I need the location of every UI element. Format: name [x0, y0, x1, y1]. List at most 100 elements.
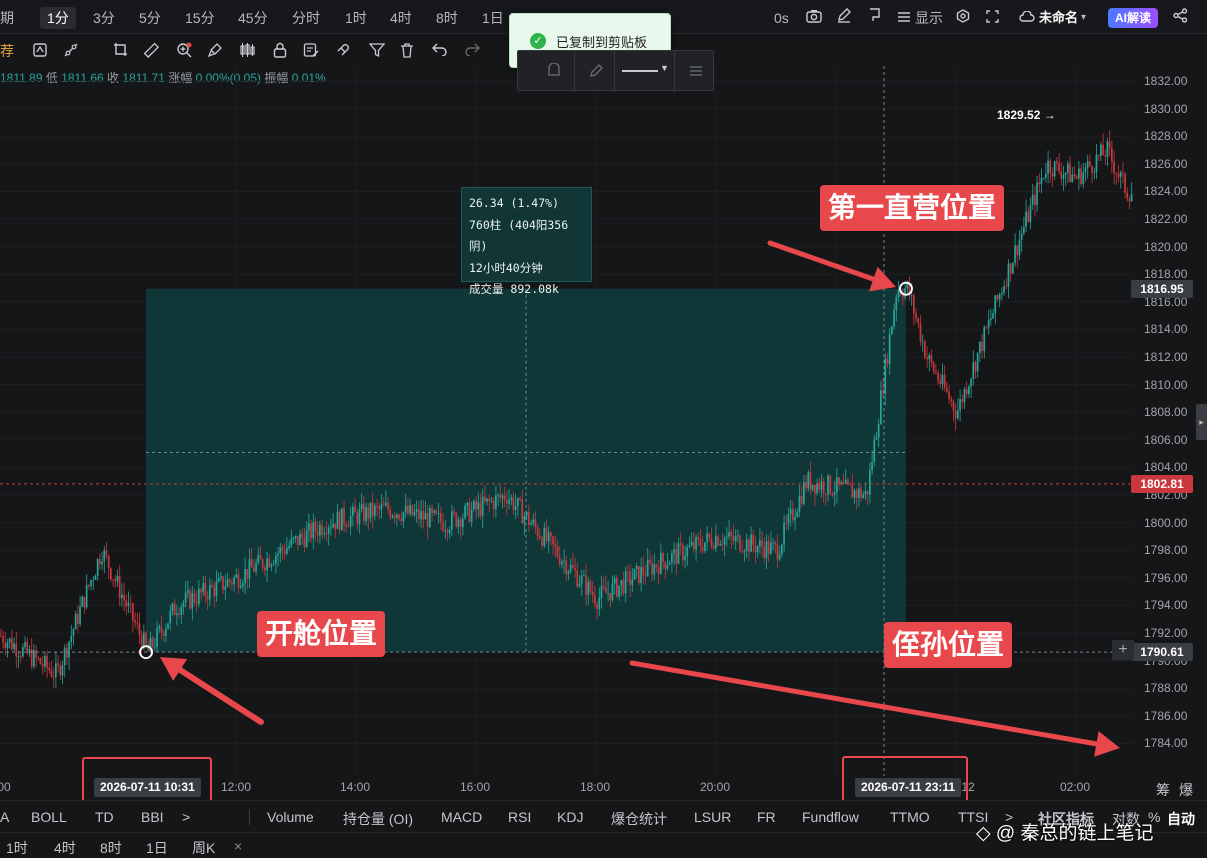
magnet-icon[interactable]: [334, 42, 352, 60]
timeframe-15m[interactable]: 15分: [185, 7, 215, 29]
pen-color-icon[interactable]: [588, 63, 604, 82]
indicator-volume[interactable]: Volume: [267, 809, 314, 825]
y-tick-label: 1784.00: [1144, 736, 1188, 751]
candle-body: [1007, 263, 1010, 287]
x-tick-cut-left: 00: [0, 780, 11, 794]
indicator-liquidation[interactable]: 爆仓统计: [611, 809, 667, 829]
candle-body: [1082, 172, 1085, 185]
add-alert-plus-icon[interactable]: +: [1112, 640, 1134, 660]
bottom-tf-8h[interactable]: 8时: [100, 838, 122, 858]
brush-icon[interactable]: [206, 42, 224, 60]
timeframe-1m[interactable]: 1分: [40, 7, 76, 29]
x-tick-1800: 18:00: [579, 780, 611, 794]
filter-icon[interactable]: [368, 42, 386, 60]
trash-icon[interactable]: [398, 42, 416, 60]
candle-body: [1060, 171, 1063, 179]
indicator-cut[interactable]: A: [0, 809, 9, 825]
chip-distribution-button[interactable]: 筹: [1156, 780, 1170, 800]
display-menu-icon[interactable]: [898, 7, 910, 29]
timeframe-8h[interactable]: 8时: [436, 7, 458, 29]
chart-canvas[interactable]: [0, 66, 1134, 776]
candle-body: [376, 505, 378, 507]
indicator-oi[interactable]: 持仓量 (OI): [343, 809, 413, 829]
ruler-icon[interactable]: [142, 42, 160, 60]
candle-body: [1119, 172, 1122, 177]
candle-body: [1084, 167, 1087, 173]
bottom-tf-1h[interactable]: 1时: [6, 838, 28, 858]
chevron-down-icon[interactable]: ▾: [1081, 7, 1086, 29]
candle-body: [442, 521, 444, 531]
candle-body: [550, 532, 552, 537]
indicator-macd[interactable]: MACD: [441, 809, 482, 825]
indicator-ttmo[interactable]: TTMO: [890, 809, 930, 825]
candlestick-chart[interactable]: [0, 66, 1134, 776]
indicator-boll[interactable]: BOLL: [31, 809, 67, 825]
fullscreen-icon[interactable]: [986, 7, 999, 29]
candle-body: [501, 495, 504, 498]
timeframe-1d[interactable]: 1日: [482, 7, 504, 29]
candle-body: [431, 508, 433, 513]
bottom-tf-week[interactable]: 周K: [192, 838, 215, 858]
template-icon[interactable]: [31, 42, 49, 60]
candle-body: [118, 575, 121, 599]
candle-body: [613, 578, 616, 584]
timeframe-45m[interactable]: 45分: [238, 7, 268, 29]
crop-icon[interactable]: [111, 42, 129, 60]
lock-icon[interactable]: [271, 42, 289, 60]
timeframe-4h[interactable]: 4时: [390, 7, 412, 29]
candle-body: [26, 641, 29, 653]
y-tick-label: 1786.00: [1144, 708, 1188, 723]
recommend-label-cut[interactable]: 荐: [0, 42, 14, 60]
pencil-icon[interactable]: [836, 7, 852, 29]
line-style-chevron-icon[interactable]: ▼: [660, 63, 669, 73]
indicator-fundflow[interactable]: Fundflow: [802, 809, 859, 825]
ai-interpret-button[interactable]: AI解读: [1108, 8, 1159, 28]
indicator-lsur[interactable]: LSUR: [694, 809, 731, 825]
layout-name[interactable]: 未命名: [1039, 7, 1078, 29]
indicator-fr[interactable]: FR: [757, 809, 776, 825]
candle-body: [721, 544, 724, 545]
bottom-tf-1d[interactable]: 1日: [146, 838, 168, 858]
candle-body: [954, 410, 957, 419]
indicator-bbi[interactable]: BBI: [141, 809, 164, 825]
candle-body: [81, 596, 84, 607]
indicator-td[interactable]: TD: [95, 809, 114, 825]
undo-icon[interactable]: [431, 42, 449, 60]
candle-body: [699, 539, 702, 547]
collapse-panel-chevron-icon[interactable]: ▸: [1196, 404, 1207, 440]
copy-style-icon[interactable]: [546, 62, 562, 82]
camera-icon[interactable]: [806, 7, 822, 29]
candle-body: [389, 509, 392, 518]
candle-body: [325, 533, 328, 535]
indicator-rsi[interactable]: RSI: [508, 809, 531, 825]
candle-body: [195, 602, 198, 604]
timeframe-5m[interactable]: 5分: [139, 7, 161, 29]
cloud-icon[interactable]: [1019, 7, 1035, 29]
timeframe-1h[interactable]: 1时: [345, 7, 367, 29]
trend-line-icon[interactable]: [62, 42, 80, 60]
y-tick-label: 1832.00: [1144, 74, 1188, 88]
display-button[interactable]: 显示: [915, 7, 943, 29]
line-style-selector[interactable]: [622, 70, 658, 72]
candle-body: [138, 623, 141, 635]
timeframe-3m[interactable]: 3分: [93, 7, 115, 29]
liquidation-button[interactable]: 爆: [1179, 780, 1193, 800]
candle-body: [409, 505, 411, 514]
zoom-in-icon[interactable]: [175, 42, 193, 60]
close-icon[interactable]: ×: [234, 838, 242, 854]
indicator-more-left[interactable]: >: [182, 809, 190, 825]
edit-list-icon[interactable]: [302, 42, 320, 60]
settings-sliders-icon[interactable]: [688, 63, 704, 82]
auto-scale-toggle[interactable]: 自动: [1167, 809, 1195, 829]
settings-icon[interactable]: [956, 7, 970, 29]
candles-icon[interactable]: [238, 42, 256, 60]
candle-body: [116, 575, 119, 582]
indicator-kdj[interactable]: KDJ: [557, 809, 583, 825]
candle-body: [811, 485, 814, 490]
flag-icon[interactable]: [867, 7, 881, 29]
share-icon[interactable]: [1173, 7, 1188, 29]
candle-body: [1042, 177, 1045, 179]
bottom-tf-4h[interactable]: 4时: [54, 838, 76, 858]
timeframe-timeshare[interactable]: 分时: [292, 7, 320, 29]
redo-icon[interactable]: [463, 42, 481, 60]
